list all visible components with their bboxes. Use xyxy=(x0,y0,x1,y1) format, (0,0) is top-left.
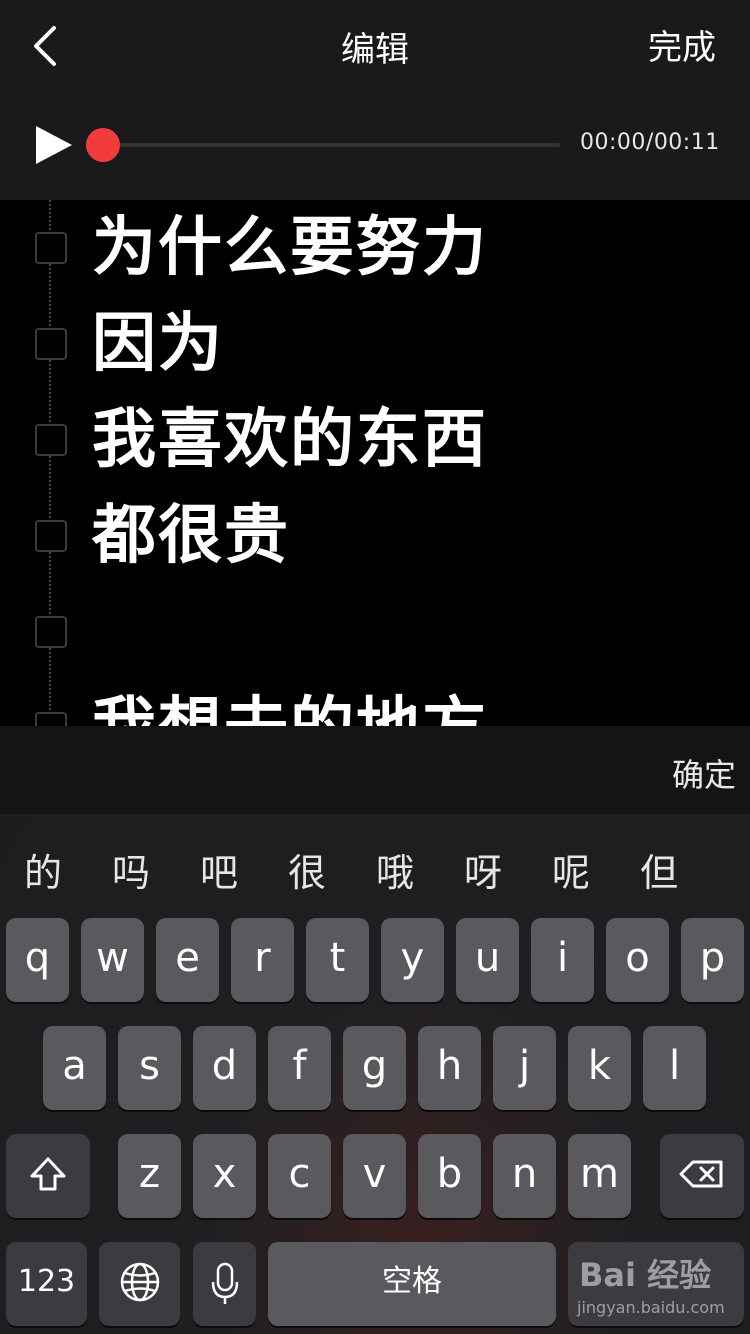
delete-key[interactable] xyxy=(660,1134,744,1218)
key-k[interactable]: k xyxy=(568,1026,631,1110)
progress-thumb[interactable] xyxy=(86,128,120,162)
key-p[interactable]: p xyxy=(681,918,744,1002)
key-q[interactable]: q xyxy=(6,918,69,1002)
shift-key[interactable] xyxy=(6,1134,90,1218)
lyric-checkbox[interactable] xyxy=(35,520,67,552)
keyboard-toolbar: 确定 xyxy=(0,726,750,814)
watermark: Bai 经验 jingyan.baidu.com xyxy=(575,1248,745,1322)
key-e[interactable]: e xyxy=(156,918,219,1002)
key-n[interactable]: n xyxy=(493,1134,556,1218)
key-f[interactable]: f xyxy=(268,1026,331,1110)
globe-icon xyxy=(120,1262,159,1302)
lyric-checkbox[interactable] xyxy=(35,712,67,726)
key-a[interactable]: a xyxy=(43,1026,106,1110)
lyric-row[interactable]: 因为 xyxy=(0,296,750,392)
lyric-row[interactable]: 都很贵 xyxy=(0,488,750,584)
confirm-button[interactable]: 确定 xyxy=(672,750,736,796)
key-s[interactable]: s xyxy=(118,1026,181,1110)
lyric-row[interactable] xyxy=(0,584,750,680)
key-v[interactable]: v xyxy=(343,1134,406,1218)
progress-track[interactable] xyxy=(100,143,560,147)
lyric-text[interactable]: 为什么要努力 xyxy=(92,200,488,296)
key-g[interactable]: g xyxy=(343,1026,406,1110)
lyric-text[interactable]: 都很贵 xyxy=(92,488,290,584)
key-r[interactable]: r xyxy=(231,918,294,1002)
lyric-checkbox[interactable] xyxy=(35,328,67,360)
key-u[interactable]: u xyxy=(456,918,519,1002)
key-x[interactable]: x xyxy=(193,1134,256,1218)
page-title: 编辑 xyxy=(341,30,409,70)
key-c[interactable]: c xyxy=(268,1134,331,1218)
keyboard: 确定 的 吗 吧 很 哦 呀 呢 但 q w e r t y u i o p a… xyxy=(0,726,750,1334)
lyrics-list: 为什么要努力 因为 我喜欢的东西 都很贵 我想去的地方 xyxy=(0,200,750,726)
candidate-item[interactable]: 但 xyxy=(640,842,678,897)
shift-icon xyxy=(30,1157,66,1191)
key-j[interactable]: j xyxy=(493,1026,556,1110)
key-o[interactable]: o xyxy=(606,918,669,1002)
candidate-item[interactable]: 的 xyxy=(24,842,62,897)
watermark-url: jingyan.baidu.com xyxy=(577,1298,725,1317)
top-bar: 编辑 完成 00:00/00:11 xyxy=(0,0,750,200)
lyric-text[interactable]: 我喜欢的东西 xyxy=(92,392,488,488)
backspace-icon xyxy=(679,1160,723,1188)
globe-key[interactable] xyxy=(99,1242,180,1326)
lyric-checkbox[interactable] xyxy=(35,424,67,456)
key-w[interactable]: w xyxy=(81,918,144,1002)
space-key[interactable]: 空格 xyxy=(268,1242,556,1326)
key-h[interactable]: h xyxy=(418,1026,481,1110)
candidate-item[interactable]: 呀 xyxy=(464,842,502,897)
lyric-checkbox[interactable] xyxy=(35,232,67,264)
play-icon[interactable] xyxy=(32,122,76,168)
lyric-row[interactable]: 为什么要努力 xyxy=(0,200,750,296)
candidate-item[interactable]: 很 xyxy=(288,842,326,897)
candidate-item[interactable]: 呢 xyxy=(552,842,590,897)
candidate-item[interactable]: 吗 xyxy=(112,842,150,897)
key-z[interactable]: z xyxy=(118,1134,181,1218)
microphone-key[interactable] xyxy=(193,1242,256,1326)
key-l[interactable]: l xyxy=(643,1026,706,1110)
lyric-checkbox[interactable] xyxy=(35,616,67,648)
key-i[interactable]: i xyxy=(531,918,594,1002)
lyric-text[interactable]: 我想去的地方 xyxy=(92,680,488,726)
candidate-bar: 的 吗 吧 很 哦 呀 呢 但 xyxy=(0,826,750,906)
key-m[interactable]: m xyxy=(568,1134,631,1218)
key-d[interactable]: d xyxy=(193,1026,256,1110)
done-button[interactable]: 完成 xyxy=(648,20,716,69)
key-b[interactable]: b xyxy=(418,1134,481,1218)
microphone-icon xyxy=(211,1262,238,1304)
key-t[interactable]: t xyxy=(306,918,369,1002)
candidate-item[interactable]: 吧 xyxy=(200,842,238,897)
time-readout: 00:00/00:11 xyxy=(580,130,720,155)
lyric-row[interactable]: 我喜欢的东西 xyxy=(0,392,750,488)
lyric-row[interactable]: 我想去的地方 xyxy=(0,680,750,726)
key-y[interactable]: y xyxy=(381,918,444,1002)
watermark-logo: Bai 经验 xyxy=(579,1256,712,1294)
candidate-item[interactable]: 哦 xyxy=(376,842,414,897)
lyric-text[interactable]: 因为 xyxy=(92,296,224,392)
numbers-key[interactable]: 123 xyxy=(6,1242,87,1326)
